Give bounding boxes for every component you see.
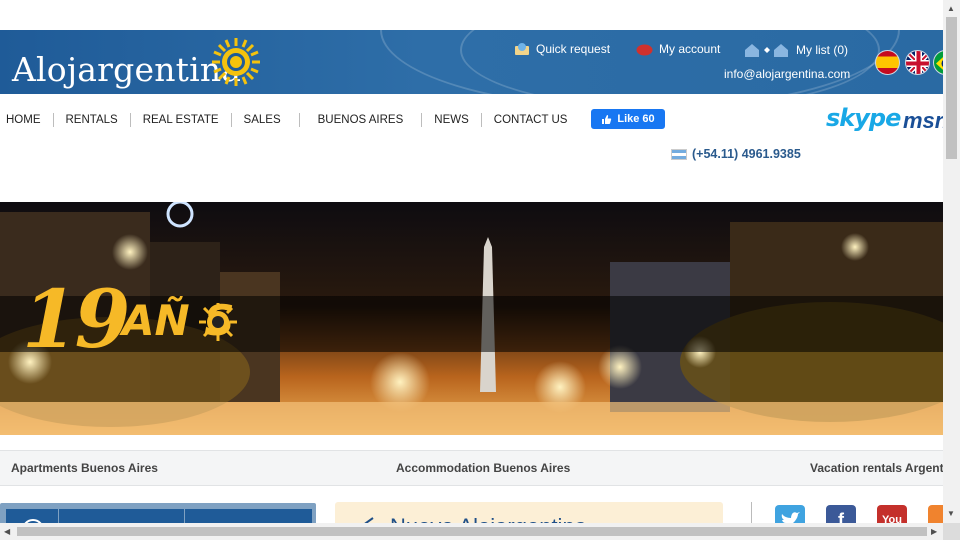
facebook-like-label: Like 60 [617, 113, 655, 125]
heart-account-icon [636, 44, 653, 56]
main-nav: HOME RENTALS REAL ESTATE SALES BUENOS AI… [0, 108, 599, 132]
page-viewport: Alojargentina Quick request My account M… [0, 0, 943, 523]
category-links-row: Apartments Buenos Aires Accommodation Bu… [0, 450, 943, 486]
quick-request-label: Quick request [536, 42, 611, 56]
facebook-like-button[interactable]: Like 60 [591, 109, 665, 129]
spanish-flag-icon[interactable] [875, 50, 900, 75]
nav-buenos-aires[interactable]: BUENOS AIRES [300, 113, 423, 127]
vertical-scrollbar[interactable]: ▲ ▼ [943, 0, 960, 523]
accommodation-link[interactable]: Accommodation Buenos Aires [396, 461, 570, 475]
megaphone-icon [364, 517, 374, 523]
phone-number: (+54.11) 4961.9385 [692, 147, 801, 161]
phone-contact[interactable]: (+54.11) 4961.9385 [671, 147, 801, 161]
search-panel [0, 503, 316, 523]
nav-home[interactable]: HOME [0, 113, 54, 127]
news-panel: Nuevo Alojargentina [335, 502, 723, 523]
skype-logo[interactable]: skype [826, 104, 901, 132]
rss-icon[interactable] [928, 505, 943, 523]
horizontal-scrollbar[interactable]: ◀ ▶ [0, 523, 943, 540]
twitter-icon[interactable] [775, 505, 805, 523]
news-title: Nuevo Alojargentina [390, 514, 587, 523]
my-list-label: My list (0) [796, 43, 848, 57]
scroll-left-arrow-icon[interactable]: ◀ [4, 527, 10, 536]
hero-banner[interactable]: 19 AÑ S [0, 202, 943, 435]
banner-title-number: 19 [22, 272, 130, 366]
quick-request-link[interactable]: Quick request [514, 42, 610, 56]
nav-real-estate[interactable]: REAL ESTATE [131, 113, 232, 127]
horizontal-scroll-thumb[interactable] [17, 527, 927, 536]
brazil-flag-icon[interactable] [933, 50, 943, 75]
site-logo-text[interactable]: Alojargentina [12, 50, 241, 89]
nav-sales[interactable]: SALES [232, 113, 300, 127]
my-account-label: My account [659, 42, 721, 56]
search-panel-inner [6, 509, 312, 523]
my-list-link[interactable]: My list (0) [744, 42, 848, 58]
sun-logo-icon[interactable] [210, 36, 262, 88]
header-bar: Alojargentina Quick request My account M… [0, 30, 943, 94]
scroll-down-arrow-icon[interactable]: ▼ [947, 509, 955, 518]
facebook-icon[interactable]: f [826, 505, 856, 523]
msn-logo[interactable]: msn [903, 108, 943, 134]
uk-flag-icon[interactable] [905, 50, 930, 75]
email-link[interactable]: info@alojargentina.com [724, 67, 850, 81]
sun-o-icon [199, 303, 237, 341]
my-account-link[interactable]: My account [636, 42, 720, 56]
nav-contact-us[interactable]: CONTACT US [482, 113, 599, 127]
compare-houses-icon [745, 44, 788, 57]
header-swoosh [460, 30, 880, 94]
scroll-up-arrow-icon[interactable]: ▲ [947, 4, 955, 13]
scrollbar-corner [943, 523, 960, 540]
social-divider [751, 502, 752, 523]
envelope-icon [515, 43, 529, 55]
vertical-scroll-thumb[interactable] [946, 17, 957, 159]
argentina-flag-icon [671, 148, 687, 160]
nav-news[interactable]: NEWS [422, 113, 482, 127]
scroll-right-arrow-icon[interactable]: ▶ [931, 527, 937, 536]
thumbs-up-icon [602, 114, 612, 124]
apartments-link[interactable]: Apartments Buenos Aires [11, 461, 158, 475]
youtube-icon[interactable]: You [877, 505, 907, 523]
nav-rentals[interactable]: RENTALS [54, 113, 131, 127]
vacation-rentals-link[interactable]: Vacation rentals Argent [810, 461, 943, 475]
